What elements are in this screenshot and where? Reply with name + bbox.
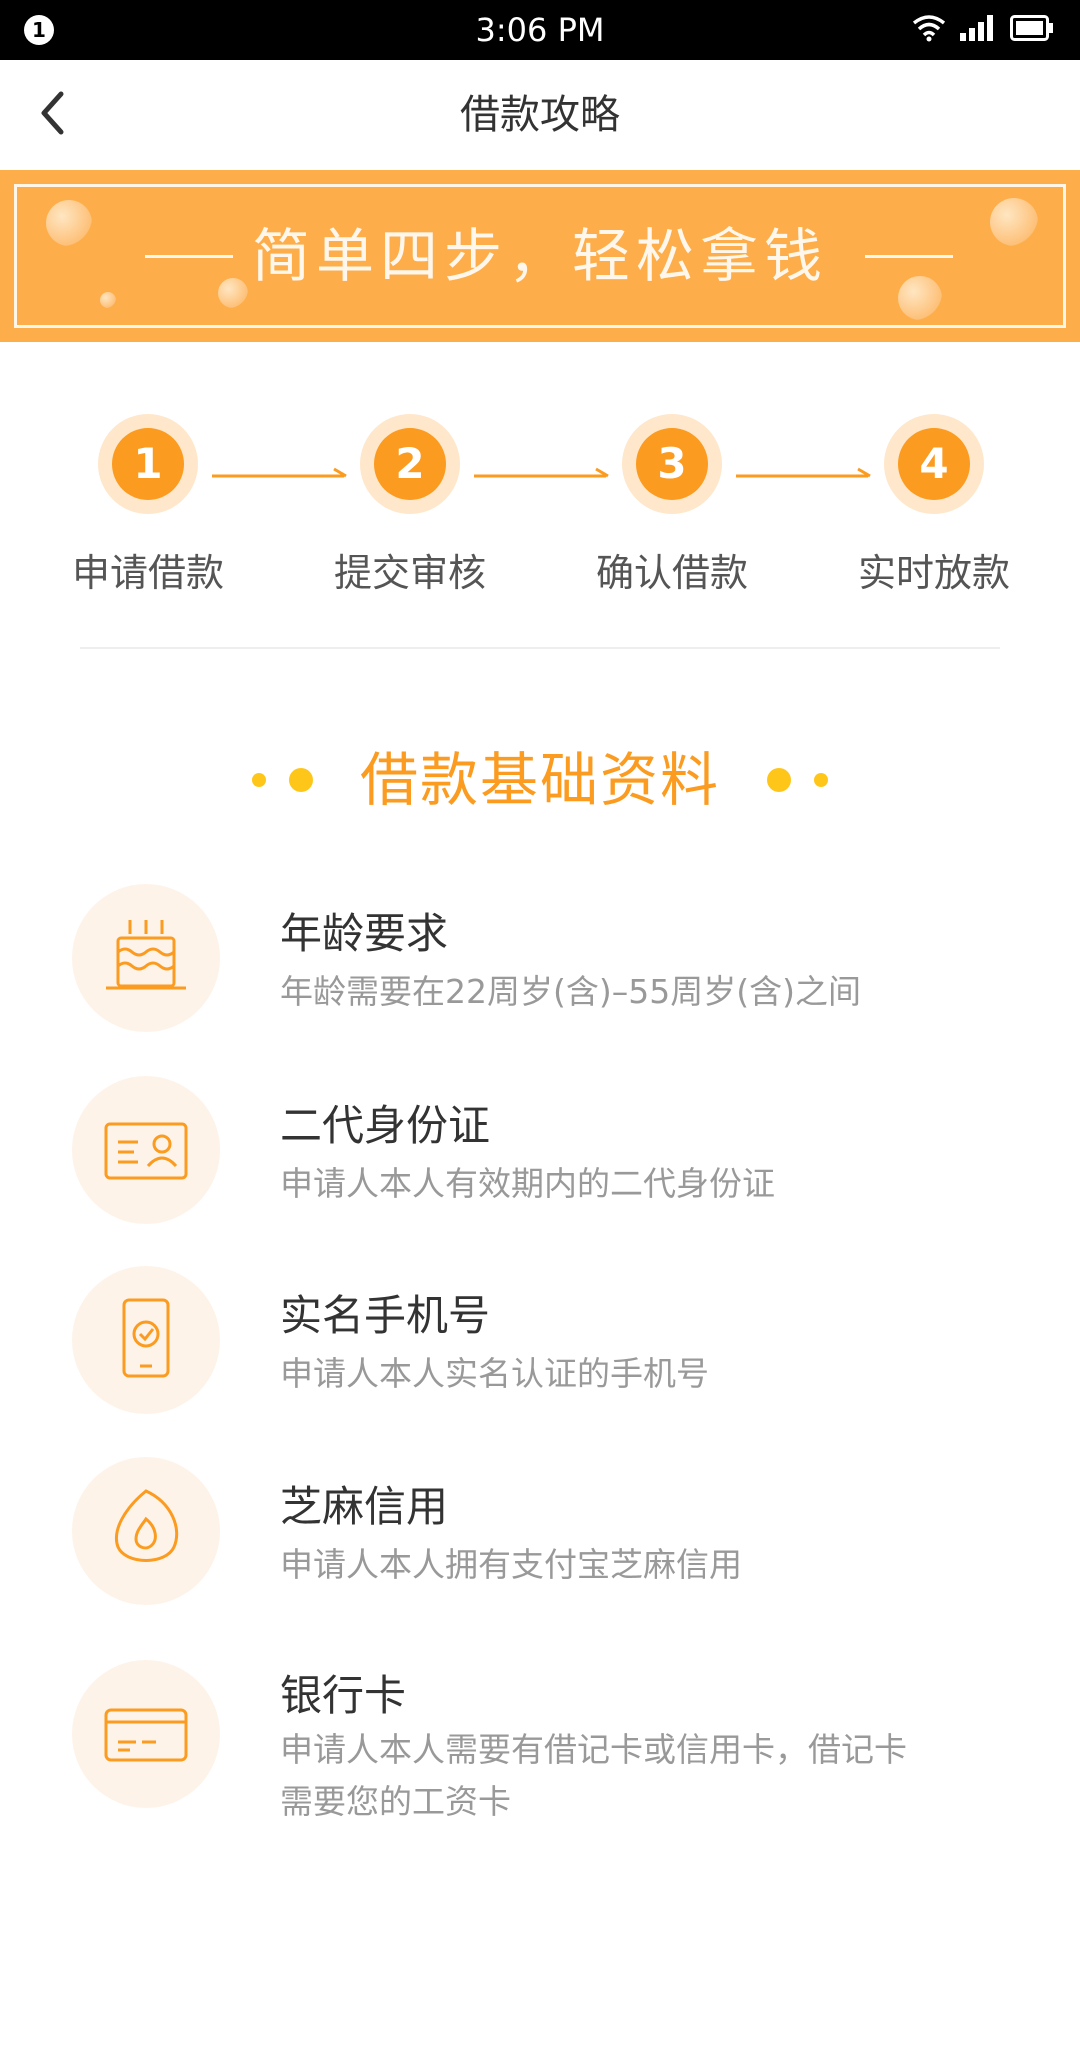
step-badge: 2 bbox=[360, 414, 460, 514]
dot-large bbox=[767, 768, 792, 792]
requirement-desc: 申请人本人有效期内的二代身份证 bbox=[280, 1164, 775, 1203]
step-number: 3 bbox=[636, 428, 708, 500]
signal-icon bbox=[960, 15, 996, 45]
requirement-desc: 申请人本人拥有支付宝芝麻信用 bbox=[280, 1545, 742, 1584]
icon-circle bbox=[72, 1457, 220, 1605]
step-3: 3 确认借款 bbox=[572, 414, 772, 597]
icon-circle bbox=[72, 1266, 220, 1414]
wifi-icon bbox=[912, 14, 946, 46]
status-icons bbox=[912, 14, 1054, 46]
requirement-bank-card: 银行卡 申请人本人需要有借记卡或信用卡，借记卡需要您的工资卡 bbox=[0, 1660, 1080, 1830]
dot-large bbox=[288, 768, 313, 792]
requirement-title: 二代身份证 bbox=[280, 1101, 491, 1150]
dot-small bbox=[814, 773, 829, 787]
step-label: 申请借款 bbox=[71, 551, 224, 595]
banner: 简单四步，轻松拿钱 bbox=[0, 170, 1080, 342]
icon-circle bbox=[72, 1076, 220, 1224]
step-number: 4 bbox=[898, 428, 970, 500]
requirement-sesame: 芝麻信用 申请人本人拥有支付宝芝麻信用 bbox=[0, 1457, 1080, 1607]
step-1: 1 申请借款 bbox=[48, 414, 248, 597]
section-heading: 借款基础资料 bbox=[0, 740, 1080, 820]
requirement-title: 银行卡 bbox=[280, 1671, 407, 1720]
icon-circle bbox=[72, 1660, 220, 1808]
step-number: 1 bbox=[112, 428, 184, 500]
step-4: 4 实时放款 bbox=[834, 414, 1034, 597]
id-card-icon bbox=[96, 1098, 196, 1202]
phone-verified-icon bbox=[96, 1288, 196, 1392]
cake-icon bbox=[96, 906, 196, 1010]
bank-card-icon bbox=[96, 1682, 196, 1786]
status-bar: 1 3:06 PM bbox=[0, 0, 1080, 60]
step-label: 确认借款 bbox=[595, 551, 748, 595]
step-label: 提交审核 bbox=[333, 551, 486, 595]
requirement-desc: 申请人本人实名认证的手机号 bbox=[280, 1354, 709, 1393]
steps: 1 申请借款 2 提交审核 3 确认借款 4 实时放款 bbox=[0, 400, 1080, 600]
step-badge: 3 bbox=[622, 414, 722, 514]
step-2: 2 提交审核 bbox=[310, 414, 510, 597]
page-title: 借款攻略 bbox=[460, 92, 620, 138]
banner-text: 简单四步，轻松拿钱 bbox=[251, 222, 828, 290]
sesame-credit-icon bbox=[96, 1479, 196, 1583]
step-number: 2 bbox=[374, 428, 446, 500]
step-badge: 4 bbox=[884, 414, 984, 514]
requirement-desc: 申请人本人需要有借记卡或信用卡，借记卡需要您的工资卡 bbox=[280, 1730, 907, 1821]
step-badge: 1 bbox=[98, 414, 198, 514]
section-title: 借款基础资料 bbox=[359, 746, 720, 814]
requirement-title: 芝麻信用 bbox=[280, 1482, 449, 1531]
requirement-phone: 实名手机号 申请人本人实名认证的手机号 bbox=[0, 1266, 1080, 1416]
battery-icon bbox=[1010, 15, 1054, 45]
step-label: 实时放款 bbox=[857, 551, 1010, 595]
requirement-title: 实名手机号 bbox=[280, 1291, 491, 1340]
requirement-title: 年龄要求 bbox=[280, 909, 449, 958]
icon-circle bbox=[72, 884, 220, 1032]
requirement-desc: 年龄需要在22周岁(含)–55周岁(含)之间 bbox=[280, 972, 861, 1011]
nav-bar: 借款攻略 bbox=[0, 60, 1080, 170]
dot-small bbox=[251, 773, 266, 787]
divider bbox=[80, 647, 1000, 649]
requirement-age: 年龄要求 年龄需要在22周岁(含)–55周岁(含)之间 bbox=[0, 884, 1080, 1034]
requirement-id-card: 二代身份证 申请人本人有效期内的二代身份证 bbox=[0, 1076, 1080, 1226]
